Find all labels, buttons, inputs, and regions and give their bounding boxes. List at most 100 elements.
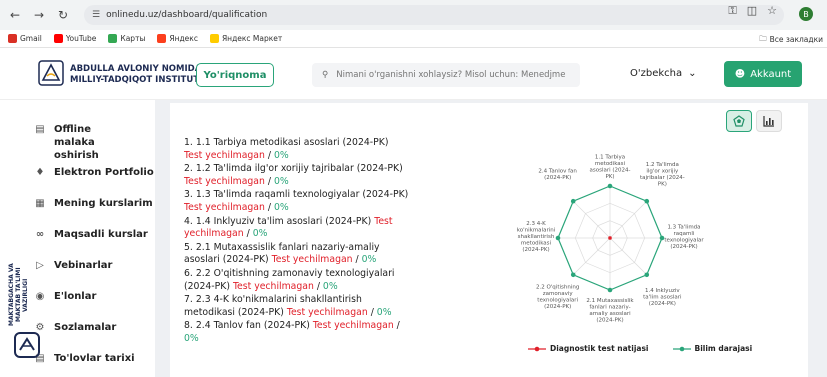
reload-icon[interactable]: ↻ [54, 6, 72, 24]
forward-icon[interactable]: → [30, 6, 48, 24]
all-bookmarks[interactable]: 🗀 Все закладки [759, 33, 823, 46]
radar-axis-label-line: PK) [605, 174, 614, 180]
radar-data-point [570, 198, 576, 204]
folder-icon: 🗀 [759, 34, 767, 43]
item-percent: 0% [361, 254, 377, 266]
bookmark-yandex-market[interactable]: Яндекс Маркет [209, 34, 282, 43]
search-box[interactable]: ⚲ [312, 63, 580, 87]
radar-axis-label: 2.3 4-K ko'nikmalarini shakllantirish metod… [517, 221, 556, 253]
item-number: 6. [184, 267, 193, 279]
bookmark-yandex[interactable]: Яндекс [157, 34, 198, 43]
youtube-icon [53, 34, 63, 43]
item-number: 5. [184, 241, 193, 253]
radar-axis-label-line: 1.1 Tarbiya [595, 155, 625, 161]
address-bar[interactable]: ☰ onlinedu.uz/dashboard/qualification [84, 5, 784, 25]
radar-axis-label-line: amaliy asoslari [589, 311, 631, 317]
yandex-icon [157, 34, 167, 43]
item-number: 7. [184, 294, 193, 306]
item-status: Test yechilmagan [271, 254, 353, 266]
profile-avatar[interactable]: B [799, 7, 813, 21]
item-separator: / [264, 175, 274, 187]
list-item[interactable]: 5. 2.1 Mutaxassislik fanlari nazariy-ama… [184, 242, 409, 267]
item-number: 1. [184, 137, 193, 148]
item-separator: / [264, 149, 274, 161]
radar-axis-label-line: shakllantirish [518, 234, 555, 240]
list-item[interactable]: 8. 2.4 Tanlov fan (2024-PK) Test yechilm… [184, 320, 409, 345]
item-separator: / [352, 254, 362, 266]
institute-name[interactable]: ABDULLA AVLONIY NOMIDAGI MILLIY-TADQIQOT… [70, 64, 211, 86]
item-title: 1.2 Ta'limda ilg'or xorijiy tajribalar (… [195, 163, 403, 175]
star-icon[interactable]: ☆ [767, 4, 777, 18]
radar-axis-label-line: 1.4 Inklyuziv [645, 288, 680, 294]
list-item[interactable]: 2. 1.2 Ta'limda ilg'or xorijiy tajribala… [184, 163, 409, 188]
radar-axis-label: 2.4 Tanlov fan (2024-PK) [538, 168, 577, 181]
radar-axis-label-line: texnologiyalari [537, 298, 578, 304]
item-percent: 0% [252, 228, 268, 240]
radar-axis-label-line: metodikasi [521, 241, 552, 247]
bookmark-youtube[interactable]: YouTube [53, 34, 96, 43]
radar-axis-label: 1.4 Inklyuziv ta'lim asoslari (2024-PK) [643, 288, 682, 307]
yandex-market-icon [209, 34, 219, 43]
briefcase-icon: ▤ [35, 124, 45, 135]
radar-axis-label-line: (2024-PK) [596, 318, 623, 324]
legend-knowledge-level[interactable]: Bilim darajasi [672, 344, 752, 353]
sidebar-item-payments[interactable]: ▤ To'lovlar tarixi [34, 352, 134, 365]
url-text: onlinedu.uz/dashboard/qualification [106, 10, 268, 20]
sidebar-item-my-courses[interactable]: ▦ Mening kurslarim [34, 197, 152, 210]
sidebar-item-offline[interactable]: ▤ Offline malaka oshirish [34, 123, 134, 162]
item-status: Test yechilmagan [184, 149, 265, 161]
bookmark-maps[interactable]: Карты [108, 34, 145, 43]
module-list: 1. 1.1 Tarbiya metodikasi asoslari (2024… [184, 137, 409, 347]
ministry-watermark: MAKTABGACHA VA MAKTAB TA'LIMI VAZIRLIGI [8, 260, 48, 360]
radar-axis-label-line: (2024-PK) [670, 244, 697, 250]
item-separator: / [313, 280, 323, 292]
radar-data-point [659, 235, 665, 241]
radar-axis-label-line: ilg'or xorijiy [646, 168, 679, 174]
institute-logo-icon[interactable] [38, 60, 64, 86]
chevron-down-icon: ⌄ [688, 68, 697, 79]
radar-axis-label-line: texnologiyalar [664, 237, 704, 243]
radar-data-point [607, 183, 613, 189]
item-status: Test yechilmagan [184, 175, 265, 187]
radar-axis-label: 2.1 Mutaxassislik fanlari nazariy-amaliy … [586, 298, 634, 324]
radar-axis-label: 1.3 Ta'limda raqamli texnologiyalar (2024-P… [664, 224, 704, 250]
language-select[interactable]: O'zbekcha ⌄ [630, 68, 697, 79]
back-icon[interactable]: ← [6, 6, 24, 24]
sidebar-item-target-courses[interactable]: ∞ Maqsadli kurslar [34, 228, 148, 241]
user-icon: ☻ [734, 68, 746, 80]
item-percent: 0% [273, 201, 289, 213]
search-input[interactable] [336, 70, 567, 80]
radar-axis-label-line: metodikasi [595, 161, 626, 167]
site-info-icon[interactable]: ☰ [92, 10, 100, 20]
list-item[interactable]: 6. 2.2 O'qitishning zamonaviy texnologiy… [184, 268, 409, 293]
browser-actions: ⚿ ◫ ☆ [728, 4, 777, 18]
chart-legend: Diagnostik test natijasi Bilim darajasi [528, 344, 752, 353]
list-item[interactable]: 1. 1.1 Tarbiya metodikasi asoslari (2024… [184, 137, 409, 162]
list-item[interactable]: 4. 1.4 Inklyuziv ta'lim asoslari (2024-P… [184, 216, 409, 241]
account-button[interactable]: ☻ Akkaunt [724, 61, 802, 87]
radar-axis-label-line: 2.2 O'qitishning [536, 285, 579, 291]
yoriqnoma-button[interactable]: Yo'riqnoma [196, 63, 274, 87]
bell-icon: ♦ [35, 167, 45, 178]
radar-axis-label-line: 2.4 Tanlov fan [538, 168, 577, 174]
radar-data-point [644, 198, 650, 204]
list-item[interactable]: 3. 1.3 Ta'limda raqamli texnologiyalar (… [184, 189, 409, 214]
radar-chart: 1.1 Tarbiya metodikasi asoslari (2024-PK)1… [517, 155, 705, 324]
item-percent: 0% [273, 175, 289, 187]
radar-axis-label: 1.2 Ta'limda ilg'or xorijiy tajribalar (20… [640, 162, 685, 188]
bookmark-gmail[interactable]: Gmail [8, 34, 42, 43]
radar-axis-line [572, 200, 611, 239]
ministry-watermark-text: MAKTABGACHA VA MAKTAB TA'LIMI VAZIRLIGI [8, 263, 29, 327]
legend-knowledge-swatch [672, 346, 691, 351]
legend-diagnostic[interactable]: Diagnostik test natijasi [528, 344, 649, 353]
item-title: 1.4 Inklyuziv ta'lim asoslari (2024-PK) [195, 215, 372, 227]
radar-axis-label-line: tajribalar (2024- [640, 175, 685, 181]
list-item[interactable]: 7. 2.3 4-K ko'nikmalarini shakllantirish… [184, 294, 409, 319]
key-icon[interactable]: ⚿ [728, 4, 736, 18]
radar-axis-label-line: asoslari (2024- [589, 168, 630, 174]
radar-axis-label: 1.1 Tarbiya metodikasi asoslari (2024-PK) [589, 155, 630, 181]
radar-axis-line [609, 237, 648, 276]
share-icon[interactable]: ◫ [747, 4, 757, 18]
sidebar-item-portfolio[interactable]: ♦ Elektron Portfolio [34, 166, 154, 179]
radar-data-point [570, 272, 576, 278]
